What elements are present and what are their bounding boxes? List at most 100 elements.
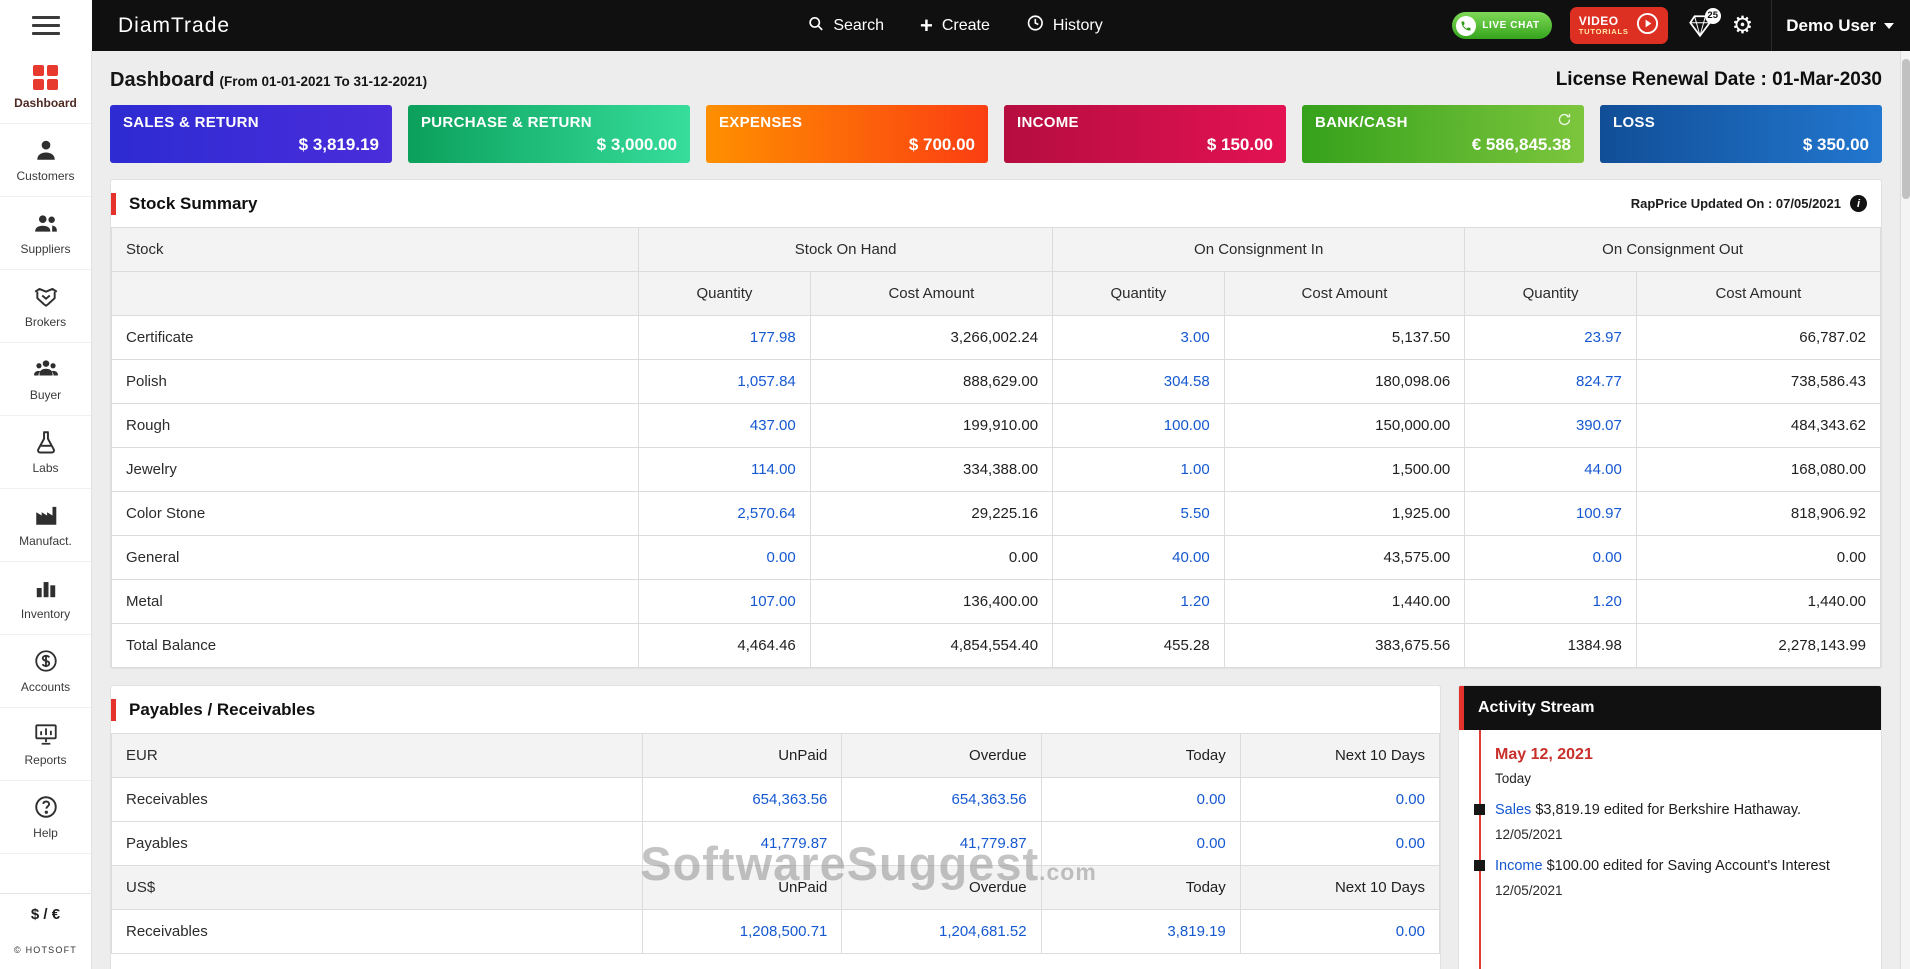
sidebar-item-inventory[interactable]: Inventory bbox=[0, 562, 91, 635]
quantity-link[interactable]: 390.07 bbox=[1465, 404, 1637, 448]
tutorials-label: TUTORIALS bbox=[1579, 28, 1629, 36]
quantity-link[interactable]: 5.50 bbox=[1053, 492, 1225, 536]
buyer-group-icon bbox=[33, 356, 59, 382]
quantity-link[interactable]: 1.20 bbox=[1465, 580, 1637, 624]
stock-row-total: Total Balance 4,464.46 4,854,554.40 455.… bbox=[112, 624, 1881, 668]
currency-toggle[interactable]: $ / € bbox=[0, 893, 91, 935]
page-scrollbar[interactable] bbox=[1900, 51, 1910, 969]
activity-item: Income $100.00 edited for Saving Account… bbox=[1495, 856, 1867, 898]
activity-item-date: 12/05/2021 bbox=[1495, 827, 1867, 842]
payables-header: Payables / Receivables bbox=[111, 686, 1440, 733]
create-button[interactable]: + Create bbox=[920, 17, 990, 35]
quantity-link[interactable]: 44.00 bbox=[1465, 448, 1637, 492]
history-label: History bbox=[1053, 17, 1103, 35]
quantity-link[interactable]: 0.00 bbox=[639, 536, 811, 580]
app-logo: DiamTrade bbox=[118, 14, 230, 38]
sidebar-item-brokers[interactable]: Brokers bbox=[0, 270, 91, 343]
sidebar-item-dashboard[interactable]: Dashboard bbox=[0, 51, 91, 124]
scrollbar-thumb[interactable] bbox=[1902, 59, 1910, 199]
amount-link[interactable]: 41,779.87 bbox=[842, 822, 1041, 866]
amount-link[interactable]: 654,363.56 bbox=[643, 778, 842, 822]
quantity-link[interactable]: 107.00 bbox=[639, 580, 811, 624]
timeline-bullet-icon bbox=[1474, 860, 1485, 871]
sidebar-item-suppliers[interactable]: Suppliers bbox=[0, 197, 91, 270]
activity-income-link[interactable]: Income bbox=[1495, 858, 1543, 874]
user-menu-button[interactable]: Demo User bbox=[1771, 0, 1894, 51]
quantity-link[interactable]: 437.00 bbox=[639, 404, 811, 448]
topbar-right-cluster: LIVE CHAT VIDEO TUTORIALS 25 ⚙ Demo User bbox=[1452, 0, 1910, 51]
card-loss[interactable]: LOSS $ 350.00 bbox=[1600, 105, 1882, 163]
rap-price-updated: RapPrice Updated On : 07/05/2021 i bbox=[1631, 195, 1881, 212]
diamond-credits-button[interactable]: 25 bbox=[1686, 13, 1714, 39]
live-chat-button[interactable]: LIVE CHAT bbox=[1452, 12, 1551, 39]
activity-stream-panel: Activity Stream May 12, 2021 Today Sales… bbox=[1458, 685, 1882, 969]
date-range: (From 01-01-2021 To 31-12-2021) bbox=[219, 74, 427, 89]
quantity-link[interactable]: 114.00 bbox=[639, 448, 811, 492]
amount-link[interactable]: 1,204,681.52 bbox=[842, 910, 1041, 954]
refresh-icon[interactable] bbox=[1557, 112, 1572, 132]
card-bank-cash[interactable]: BANK/CASH € 586,845.38 bbox=[1302, 105, 1584, 163]
sidebar-item-customers[interactable]: Customers bbox=[0, 124, 91, 197]
card-sales-return[interactable]: SALES & RETURN $ 3,819.19 bbox=[110, 105, 392, 163]
quantity-link[interactable]: 824.77 bbox=[1465, 360, 1637, 404]
payables-eur-header: EUR UnPaid Overdue Today Next 10 Days bbox=[112, 734, 1440, 778]
amount-link[interactable]: 0.00 bbox=[1240, 778, 1439, 822]
sidebar-item-manufacturing[interactable]: Manufact. bbox=[0, 489, 91, 562]
amount-link[interactable]: 0.00 bbox=[1240, 910, 1439, 954]
settings-gear-icon[interactable]: ⚙ bbox=[1732, 14, 1754, 38]
user-name: Demo User bbox=[1786, 16, 1876, 36]
col-header-cost-amount: Cost Amount bbox=[810, 272, 1052, 316]
live-chat-label: LIVE CHAT bbox=[1482, 20, 1539, 31]
search-button[interactable]: Search bbox=[807, 15, 884, 37]
quantity-link[interactable]: 304.58 bbox=[1053, 360, 1225, 404]
sidebar-item-buyer[interactable]: Buyer bbox=[0, 343, 91, 416]
amount-link[interactable]: 0.00 bbox=[1041, 822, 1240, 866]
quantity-link[interactable]: 177.98 bbox=[639, 316, 811, 360]
stock-row-polish: Polish 1,057.84 888,629.00 304.58 180,09… bbox=[112, 360, 1881, 404]
quantity-link[interactable]: 2,570.64 bbox=[639, 492, 811, 536]
amount-link[interactable]: 41,779.87 bbox=[643, 822, 842, 866]
red-accent-bar bbox=[111, 193, 116, 215]
help-question-icon bbox=[33, 794, 59, 820]
clock-icon bbox=[1026, 14, 1044, 37]
stock-row-metal: Metal 107.00 136,400.00 1.20 1,440.00 1.… bbox=[112, 580, 1881, 624]
sidebar-item-reports[interactable]: Reports bbox=[0, 708, 91, 781]
card-purchase-return[interactable]: PURCHASE & RETURN $ 3,000.00 bbox=[408, 105, 690, 163]
quantity-link[interactable]: 1.20 bbox=[1053, 580, 1225, 624]
card-income[interactable]: INCOME $ 150.00 bbox=[1004, 105, 1286, 163]
main-content: Dashboard(From 01-01-2021 To 31-12-2021)… bbox=[92, 51, 1900, 969]
amount-link[interactable]: 1,208,500.71 bbox=[643, 910, 842, 954]
stock-summary-panel: Stock Summary RapPrice Updated On : 07/0… bbox=[110, 179, 1882, 669]
activity-sales-link[interactable]: Sales bbox=[1495, 802, 1531, 818]
history-button[interactable]: History bbox=[1026, 14, 1103, 37]
bottom-row: Payables / Receivables EUR UnPaid Overdu… bbox=[110, 685, 1882, 969]
quantity-link[interactable]: 100.97 bbox=[1465, 492, 1637, 536]
amount-link[interactable]: 0.00 bbox=[1041, 778, 1240, 822]
quantity-link[interactable]: 3.00 bbox=[1053, 316, 1225, 360]
amount-link[interactable]: 654,363.56 bbox=[842, 778, 1041, 822]
brokers-handshake-icon bbox=[33, 283, 59, 309]
card-expenses[interactable]: EXPENSES $ 700.00 bbox=[706, 105, 988, 163]
video-tutorials-button[interactable]: VIDEO TUTORIALS bbox=[1570, 7, 1668, 44]
sidebar-item-labs[interactable]: Labs bbox=[0, 416, 91, 489]
manufacturing-factory-icon bbox=[33, 502, 59, 528]
chevron-down-icon bbox=[1884, 23, 1894, 29]
quantity-link[interactable]: 40.00 bbox=[1053, 536, 1225, 580]
sidebar-item-help[interactable]: Help bbox=[0, 781, 91, 854]
page-title: Dashboard(From 01-01-2021 To 31-12-2021) bbox=[110, 69, 427, 92]
suppliers-people-icon bbox=[33, 210, 59, 236]
quantity-link[interactable]: 1.00 bbox=[1053, 448, 1225, 492]
stock-row-certificate: Certificate 177.98 3,266,002.24 3.00 5,1… bbox=[112, 316, 1881, 360]
quantity-link[interactable]: 100.00 bbox=[1053, 404, 1225, 448]
info-icon[interactable]: i bbox=[1850, 195, 1867, 212]
quantity-link[interactable]: 23.97 bbox=[1465, 316, 1637, 360]
quantity-link[interactable]: 0.00 bbox=[1465, 536, 1637, 580]
quantity-link[interactable]: 1,057.84 bbox=[639, 360, 811, 404]
sidebar-item-accounts[interactable]: Accounts bbox=[0, 635, 91, 708]
sidebar: Dashboard Customers Suppliers Brokers Bu… bbox=[0, 51, 92, 969]
diamond-icon bbox=[1686, 26, 1714, 43]
hamburger-menu-button[interactable] bbox=[0, 0, 92, 51]
amount-link[interactable]: 3,819.19 bbox=[1041, 910, 1240, 954]
amount-link[interactable]: 0.00 bbox=[1240, 822, 1439, 866]
play-icon bbox=[1636, 12, 1659, 40]
